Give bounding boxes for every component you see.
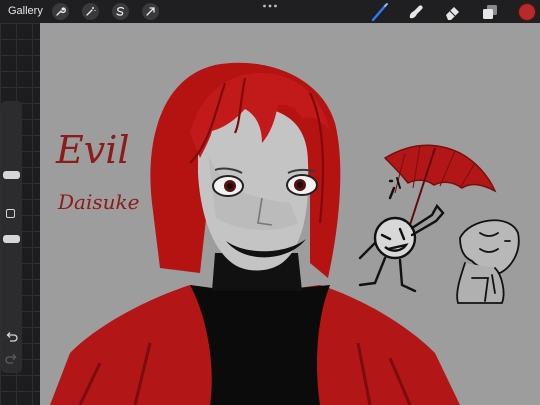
stick-figure-doodle [358,177,445,293]
left-sidebar [1,101,22,373]
small-figure-doodle [456,219,520,304]
undo-icon[interactable] [5,331,18,343]
canvas-title-line2: Daisuke [57,190,139,214]
brush-icon[interactable] [370,2,390,22]
wrench-icon[interactable] [52,3,69,20]
color-picker-swatch[interactable] [519,4,535,20]
canvas-title-line1: Evil [55,128,130,172]
modify-button[interactable] [6,209,15,218]
transform-arrow-icon[interactable] [142,3,159,20]
selection-icon[interactable] [112,3,129,20]
drawing-canvas[interactable]: Evil Daisuke [40,23,540,405]
smudge-icon[interactable] [406,2,426,22]
layers-icon[interactable] [480,2,500,22]
brush-size-slider-knob[interactable] [3,171,20,179]
opacity-slider-knob[interactable] [3,235,20,243]
more-dots-icon[interactable] [262,3,278,9]
eraser-icon[interactable] [443,2,463,22]
magic-wand-icon[interactable] [82,3,99,20]
gallery-button[interactable]: Gallery [8,4,43,19]
redo-icon[interactable] [5,353,18,365]
top-toolbar: Gallery [0,0,540,23]
artwork: Evil Daisuke [50,62,520,405]
